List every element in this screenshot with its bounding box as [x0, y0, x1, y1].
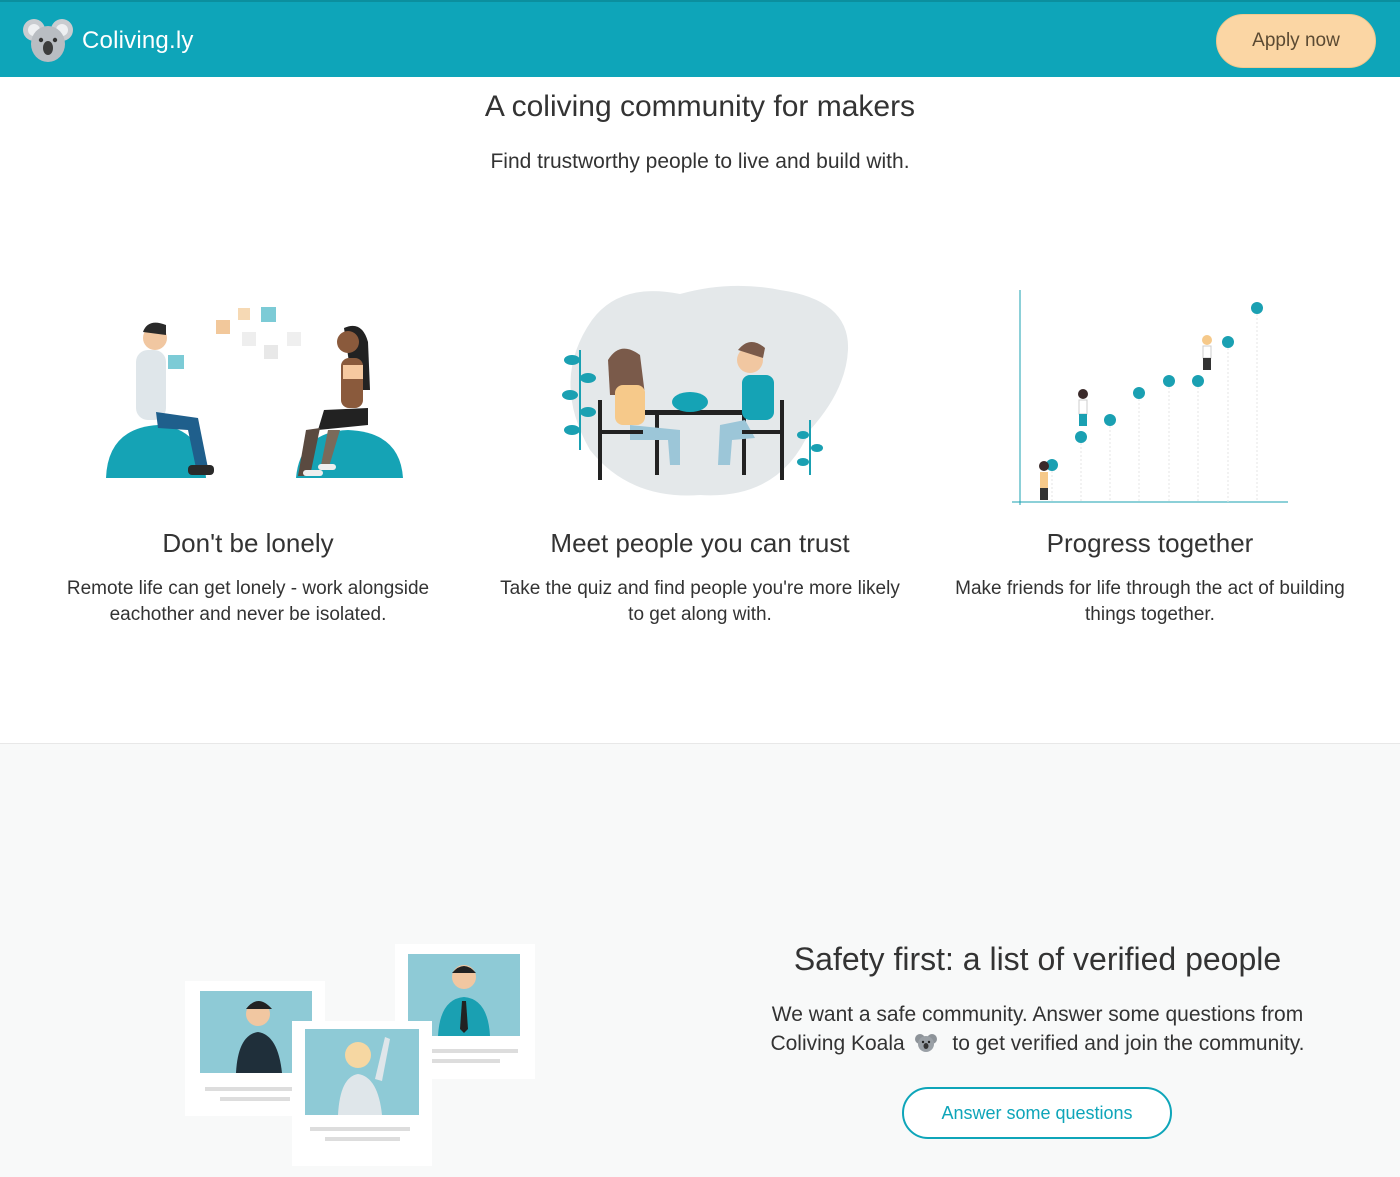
hero-title: A coliving community for makers: [484, 90, 916, 123]
brand-name: Coliving.ly: [82, 27, 194, 54]
apply-now-button[interactable]: Apply now: [1216, 14, 1376, 68]
feature-dont-be-lonely: Don't be lonely Remote life can get lone…: [28, 280, 468, 625]
people-eating-together-illustration: [562, 285, 849, 496]
top-navbar: Coliving.ly Apply now: [0, 0, 1400, 77]
feature-text: Remote life can get lonely - work alongs…: [66, 578, 430, 625]
hero-subtitle: Find trustworthy people to live and buil…: [490, 150, 910, 173]
verified-profile-cards-illustration: [185, 944, 535, 1166]
feature-title: Progress together: [1046, 528, 1254, 558]
feature-title: Don't be lonely: [162, 528, 334, 558]
koala-logo-icon: [23, 19, 73, 62]
two-people-on-beanbags-illustration: [106, 307, 403, 478]
feature-text: Take the quiz and find people you're mor…: [500, 578, 900, 625]
safety-description: We want a safe community. Answer some qu…: [735, 1000, 1340, 1058]
feature-title: Meet people you can trust: [550, 528, 850, 558]
answer-questions-button[interactable]: Answer some questions: [902, 1087, 1172, 1139]
safety-text-after: to get verified and join the community.: [952, 1032, 1305, 1055]
feature-text: Make friends for life through the act of…: [955, 578, 1345, 625]
brand-logo-link[interactable]: Coliving.ly: [22, 15, 194, 67]
feature-progress-together: Progress together Make friends for life …: [930, 280, 1370, 625]
feature-meet-people: Meet people you can trust Take the quiz …: [480, 280, 920, 625]
koala-emoji-icon: [914, 1034, 937, 1052]
people-climbing-growth-chart-illustration: [1012, 290, 1288, 505]
safety-section: Safety first: a list of verified people …: [0, 743, 1400, 1177]
safety-title: Safety first: a list of verified people: [793, 941, 1282, 977]
